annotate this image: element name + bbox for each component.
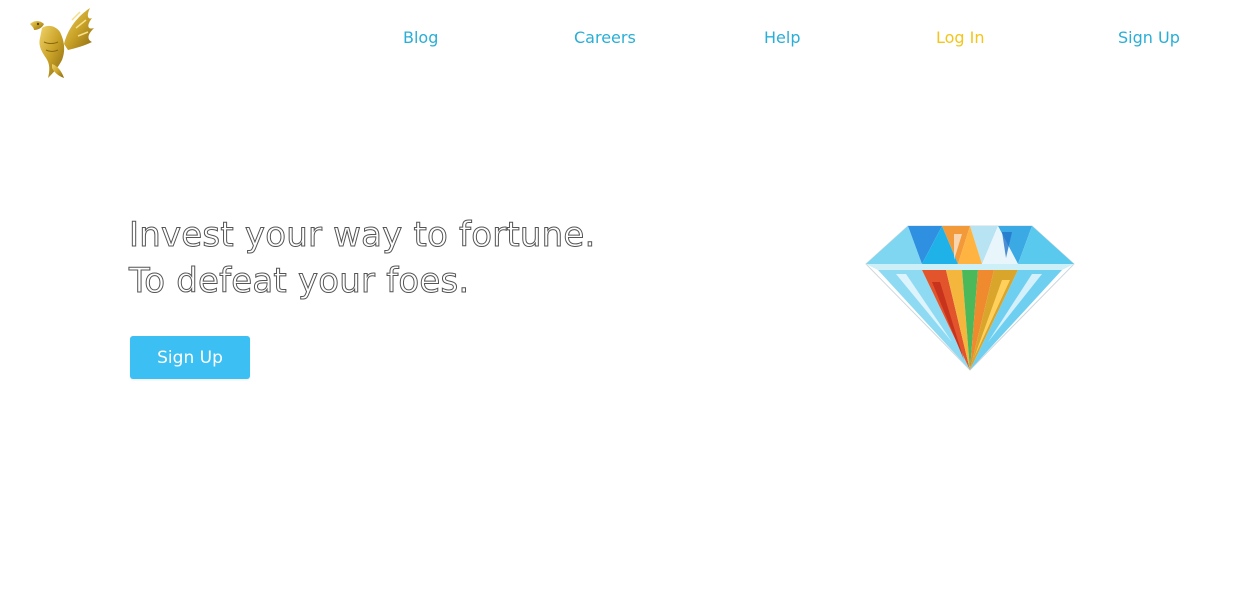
- hero-headline: Invest your way to fortune. To defeat yo…: [129, 212, 596, 304]
- hero-signup-button[interactable]: Sign Up: [130, 336, 250, 379]
- nav-login-link[interactable]: Log In: [936, 28, 985, 47]
- hero-line-1: Invest your way to fortune.: [129, 215, 596, 256]
- eagle-logo-icon[interactable]: [28, 6, 96, 80]
- landing-page: Blog Careers Help Log In Sign Up Invest …: [0, 0, 1240, 590]
- nav-careers-link[interactable]: Careers: [574, 28, 636, 47]
- nav-blog-link[interactable]: Blog: [403, 28, 438, 47]
- nav-help-link[interactable]: Help: [764, 28, 800, 47]
- nav-signup-link[interactable]: Sign Up: [1118, 28, 1180, 47]
- hero-line-2: To defeat your foes.: [129, 261, 470, 302]
- diamond-icon: [865, 225, 1075, 371]
